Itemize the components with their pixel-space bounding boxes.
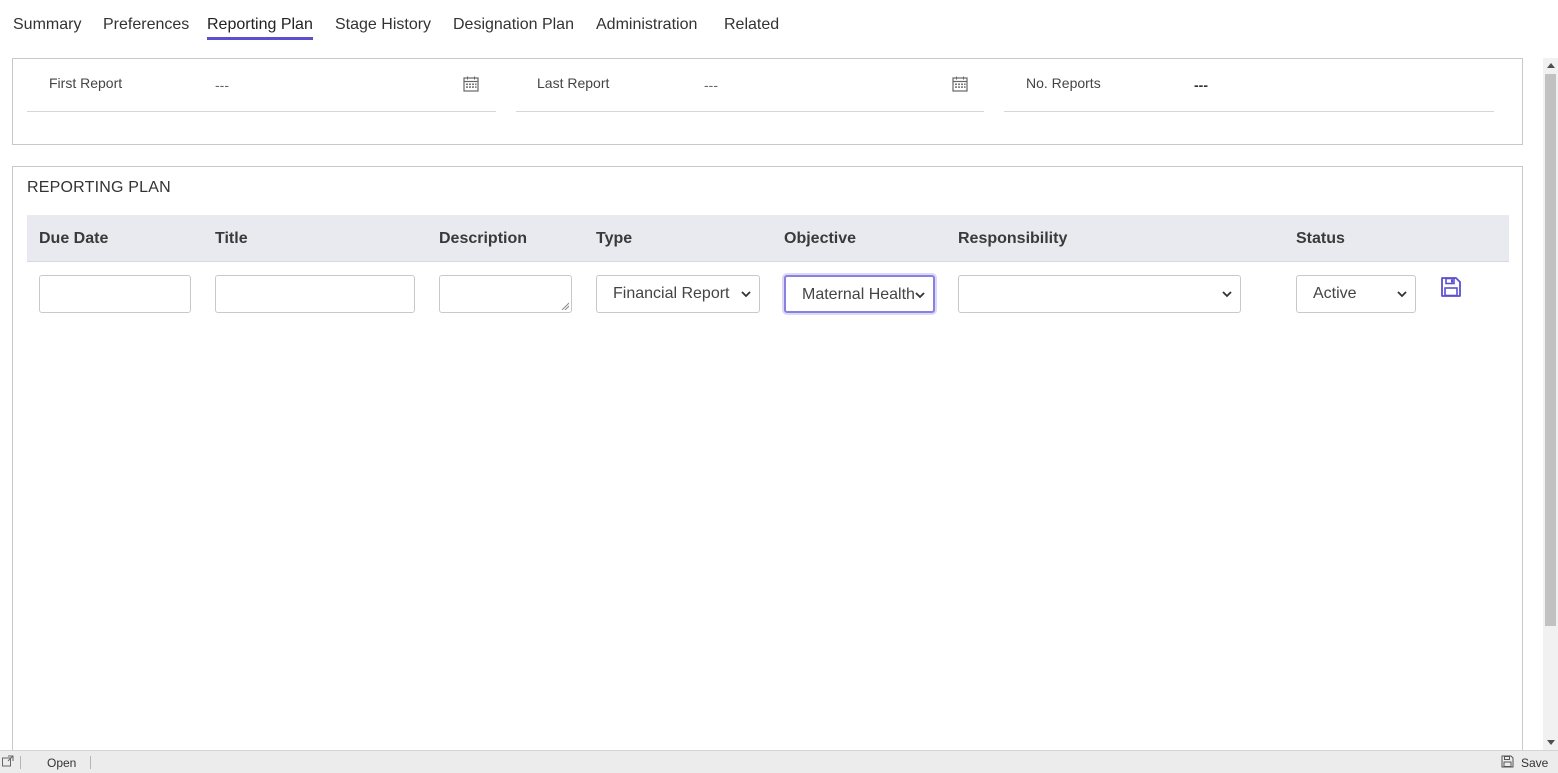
save-row-icon[interactable] [1440, 276, 1462, 298]
no-reports-field: No. Reports --- [1004, 59, 1494, 112]
column-header-responsibility[interactable]: Responsibility [958, 230, 1067, 248]
save-icon[interactable] [1501, 755, 1514, 771]
no-reports-value: --- [1194, 77, 1208, 93]
last-report-value: --- [704, 77, 718, 93]
scroll-up-arrow-icon[interactable] [1547, 63, 1555, 68]
status-divider [90, 756, 91, 769]
column-header-type[interactable]: Type [596, 230, 632, 248]
objective-value: Maternal Health [802, 286, 915, 303]
expand-icon[interactable] [2, 755, 14, 770]
report-summary-panel: First Report --- Last Report --- No. Rep… [12, 58, 1523, 145]
due-date-input[interactable] [39, 275, 191, 313]
tab-preferences[interactable]: Preferences [103, 14, 189, 40]
column-header-status[interactable]: Status [1296, 230, 1345, 248]
calendar-icon[interactable] [463, 76, 479, 92]
status-bar: Open Save [0, 750, 1558, 773]
save-button[interactable]: Save [1521, 756, 1548, 770]
no-reports-label: No. Reports [1026, 75, 1101, 91]
last-report-label: Last Report [537, 75, 610, 91]
section-title: REPORTING PLAN [27, 179, 171, 196]
scrollbar-thumb[interactable] [1545, 74, 1556, 626]
responsibility-select[interactable] [958, 275, 1241, 313]
status-value: Active [1313, 285, 1357, 302]
tab-stage-history[interactable]: Stage History [335, 14, 431, 40]
tab-bar: Summary Preferences Reporting Plan Stage… [0, 0, 1540, 46]
scroll-down-arrow-icon[interactable] [1547, 740, 1555, 745]
chevron-down-icon [915, 290, 925, 300]
reporting-plan-panel: REPORTING PLAN Due Date Title Descriptio… [12, 166, 1523, 766]
tab-summary[interactable]: Summary [13, 14, 81, 40]
vertical-scrollbar[interactable] [1543, 58, 1558, 750]
tab-reporting-plan[interactable]: Reporting Plan [207, 14, 313, 40]
chevron-down-icon [741, 291, 751, 298]
column-header-objective[interactable]: Objective [784, 230, 856, 248]
column-header-title[interactable]: Title [215, 230, 248, 248]
grid-header: Due Date Title Description Type Objectiv… [27, 215, 1509, 262]
objective-select[interactable]: Maternal Health [784, 275, 935, 313]
chevron-down-icon [1397, 291, 1407, 298]
open-status: Open [47, 756, 77, 770]
column-header-description[interactable]: Description [439, 230, 527, 248]
type-select[interactable]: Financial Report [596, 275, 760, 313]
tab-administration[interactable]: Administration [596, 14, 697, 40]
first-report-value: --- [215, 77, 229, 93]
type-value: Financial Report [613, 285, 730, 302]
status-select[interactable]: Active [1296, 275, 1416, 313]
status-divider [20, 756, 21, 769]
first-report-label: First Report [49, 75, 123, 91]
resize-handle-icon[interactable] [561, 302, 569, 310]
column-header-due-date[interactable]: Due Date [39, 230, 108, 248]
calendar-icon[interactable] [952, 76, 968, 92]
description-textarea[interactable] [439, 275, 572, 313]
first-report-field[interactable]: First Report --- [27, 59, 496, 112]
tab-designation-plan[interactable]: Designation Plan [453, 14, 574, 40]
title-input[interactable] [215, 275, 415, 313]
tab-related[interactable]: Related [724, 14, 779, 40]
chevron-down-icon [1222, 291, 1232, 298]
last-report-field[interactable]: Last Report --- [516, 59, 984, 112]
